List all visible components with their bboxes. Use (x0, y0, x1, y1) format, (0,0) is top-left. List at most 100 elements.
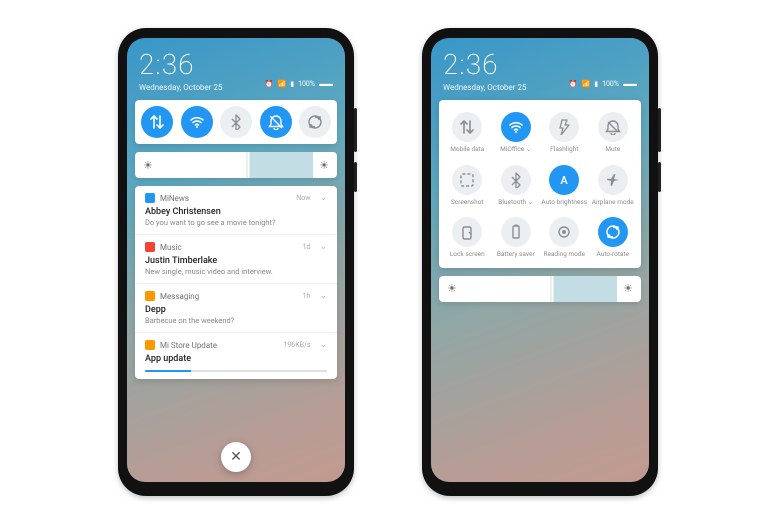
volume-rocker[interactable] (658, 108, 661, 152)
brightness-slider[interactable]: ☀ ☀ (439, 276, 641, 302)
notification-time: 1h (303, 292, 311, 300)
wifi-status-icon: 📶 (277, 80, 286, 88)
app-icon (145, 193, 155, 203)
toggle-rotate[interactable] (299, 106, 331, 138)
app-icon (145, 242, 155, 252)
battery-pct: 100% (602, 80, 619, 88)
qs-item-data[interactable]: Mobile data (443, 112, 492, 153)
clock: 2:36 (443, 48, 526, 81)
signal-icon: ▮ (290, 80, 294, 88)
qs-label: Lock screen (450, 251, 485, 258)
qs-label: Mute (605, 146, 620, 153)
qs-label: Auto brightness (541, 199, 587, 206)
qs-label: Flashlight (550, 146, 578, 153)
brightness-high-icon: ☀ (623, 282, 633, 295)
toggle-bluetooth[interactable] (220, 106, 252, 138)
qs-item-lock[interactable]: Lock screen (443, 217, 492, 258)
brightness-low-icon: ☀ (447, 282, 457, 295)
qs-label: Auto-rotate (597, 251, 629, 258)
qs-label: Screenshot (451, 199, 484, 206)
chevron-down-icon[interactable]: ⌄ (319, 340, 327, 350)
wifi-status-icon: 📶 (581, 80, 590, 88)
lock-toggle[interactable] (452, 217, 482, 247)
clock: 2:36 (139, 48, 222, 81)
notification-row[interactable]: Music 1d ⌄ Justin TimberlakeNew single, … (135, 235, 337, 284)
notification-title: App update (145, 354, 327, 364)
battery-icon: ▬▬ (319, 80, 333, 88)
data-toggle[interactable] (452, 112, 482, 142)
app-icon (145, 291, 155, 301)
battery-toggle[interactable] (501, 217, 531, 247)
app-name: Mi Store Update (160, 341, 217, 350)
notification-row[interactable]: Mi Store Update 196KB/s ⌄ App update (135, 333, 337, 379)
app-name: Messaging (160, 292, 199, 301)
alarm-icon: ⏰ (265, 80, 274, 88)
dismiss-all-button[interactable]: ✕ (221, 442, 251, 472)
qs-label: Mobile data (450, 146, 484, 153)
app-icon (145, 340, 155, 350)
qs-item-autobright[interactable]: Auto brightness (540, 165, 589, 206)
status-icons: ⏰ 📶 ▮ 100% ▬▬ (265, 80, 333, 88)
qs-label: MiOffice ⌄ (500, 146, 531, 153)
power-button[interactable] (354, 162, 357, 192)
qs-item-wifi[interactable]: MiOffice ⌄ (492, 112, 541, 153)
brightness-high-icon: ☀ (319, 159, 329, 172)
toggle-dnd[interactable] (260, 106, 292, 138)
toggle-wifi[interactable] (181, 106, 213, 138)
screenshot-toggle[interactable] (452, 165, 482, 195)
toggle-data[interactable] (141, 106, 173, 138)
flashlight-toggle[interactable] (549, 112, 579, 142)
qs-label: Reading mode (543, 251, 585, 258)
qs-item-bluetooth[interactable]: Bluetooth ⌄ (492, 165, 541, 206)
brightness-low-icon: ☀ (143, 159, 153, 172)
app-name: MiNews (160, 194, 189, 203)
qs-label: Bluetooth ⌄ (498, 199, 533, 206)
alarm-icon: ⏰ (569, 80, 578, 88)
qs-item-screenshot[interactable]: Screenshot (443, 165, 492, 206)
wifi-toggle[interactable] (501, 112, 531, 142)
qs-item-flashlight[interactable]: Flashlight (540, 112, 589, 153)
phone-expanded: 2:36 Wednesday, October 25 ⏰ 📶 ▮ 100% ▬▬… (422, 28, 658, 496)
volume-rocker[interactable] (354, 108, 357, 152)
notification-time: 1d (303, 243, 311, 251)
brightness-track[interactable] (159, 152, 313, 178)
brightness-track[interactable] (463, 276, 617, 302)
qs-label: Battery saver (497, 251, 535, 258)
notification-title: Abbey Christensen (145, 207, 327, 217)
app-name: Music (160, 243, 182, 252)
chevron-down-icon[interactable]: ⌄ (319, 193, 327, 203)
reading-toggle[interactable] (549, 217, 579, 247)
qs-item-rotate[interactable]: Auto-rotate (589, 217, 638, 258)
rotate-toggle[interactable] (598, 217, 628, 247)
bluetooth-toggle[interactable] (501, 165, 531, 195)
shade-header: 2:36 Wednesday, October 25 ⏰ 📶 ▮ 100% ▬▬ (127, 38, 345, 100)
airplane-toggle[interactable] (598, 165, 628, 195)
notification-row[interactable]: MiNews Now ⌄ Abbey ChristensenDo you wan… (135, 186, 337, 235)
brightness-slider[interactable]: ☀ ☀ (135, 152, 337, 178)
notification-time: Now (296, 194, 310, 202)
notification-time: 196KB/s (283, 341, 310, 349)
qs-item-battery[interactable]: Battery saver (492, 217, 541, 258)
chevron-down-icon[interactable]: ⌄ (319, 242, 327, 252)
notification-title: Depp (145, 305, 327, 315)
autobright-toggle[interactable] (549, 165, 579, 195)
qs-item-airplane[interactable]: Airplane mode (589, 165, 638, 206)
date: Wednesday, October 25 (443, 83, 526, 92)
battery-pct: 100% (298, 80, 315, 88)
qs-item-mute[interactable]: Mute (589, 112, 638, 153)
notification-row[interactable]: Messaging 1h ⌄ DeppBarbecue on the weeke… (135, 284, 337, 333)
notification-body: New single, music video and interview. (145, 267, 327, 276)
screen-left: 2:36 Wednesday, October 25 ⏰ 📶 ▮ 100% ▬▬… (127, 38, 345, 482)
notification-title: Justin Timberlake (145, 256, 327, 266)
qs-label: Airplane mode (592, 199, 634, 206)
chevron-down-icon[interactable]: ⌄ (319, 291, 327, 301)
mute-toggle[interactable] (598, 112, 628, 142)
date: Wednesday, October 25 (139, 83, 222, 92)
quick-toggles-bar (135, 100, 337, 144)
qs-item-reading[interactable]: Reading mode (540, 217, 589, 258)
notification-body: Barbecue on the weekend? (145, 316, 327, 325)
battery-icon: ▬▬ (623, 80, 637, 88)
notification-body: Do you want to go see a movie tonight? (145, 218, 327, 227)
power-button[interactable] (658, 162, 661, 192)
notifications-panel: MiNews Now ⌄ Abbey ChristensenDo you wan… (135, 186, 337, 379)
